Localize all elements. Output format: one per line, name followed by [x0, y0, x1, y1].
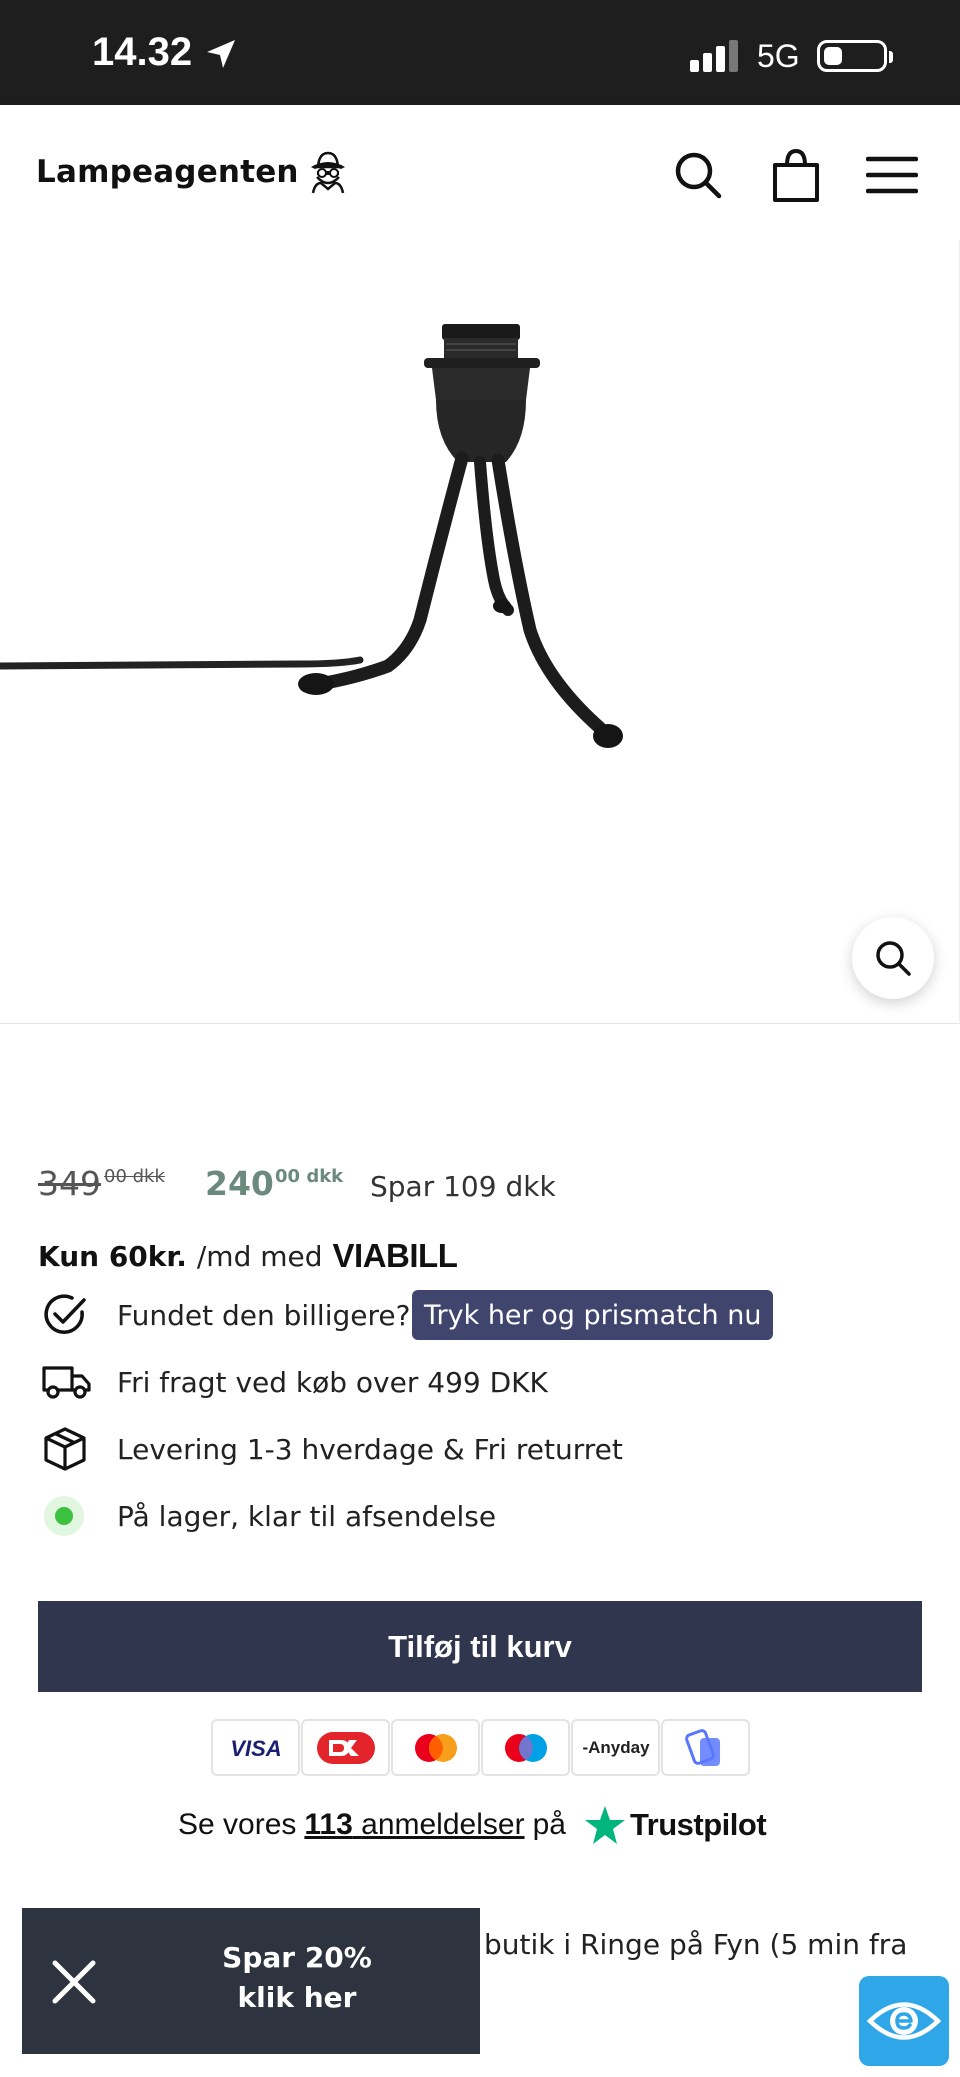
promo-line2: klik her	[237, 1981, 357, 2014]
e-mark-badge[interactable]	[859, 1976, 949, 2066]
trust-on: på	[532, 1808, 566, 1841]
e-mark-eye-icon	[866, 2002, 942, 2040]
detective-icon	[310, 151, 345, 194]
delivery-text: Levering 1-3 hverdage & Fri returret	[117, 1432, 623, 1466]
menu-icon	[866, 156, 918, 194]
visa-icon: VISA	[211, 1719, 300, 1776]
search-icon	[675, 152, 722, 199]
zoom-icon	[876, 941, 911, 976]
viabill-text: /md med	[196, 1239, 323, 1273]
trustpilot-logo[interactable]: Trustpilot	[584, 1805, 767, 1845]
truck-icon	[42, 1357, 100, 1407]
discount-popup[interactable]: Spar 20% klik her	[22, 1908, 480, 2054]
check-badge-icon	[42, 1290, 100, 1340]
logo-text: Lampeagenten	[36, 154, 299, 190]
stock-text: På lager, klar til afsendelse	[117, 1499, 497, 1533]
usp-price-match: Fundet den billigere?	[38, 1290, 410, 1340]
product-image	[0, 324, 623, 748]
trustpilot-brand: Trustpilot	[629, 1807, 767, 1842]
old-price: 349 00 dkk	[38, 1164, 165, 1203]
shipping-text: Fri fragt ved køb over 499 DKK	[117, 1365, 548, 1399]
usp-delivery: Levering 1-3 hverdage & Fri returret	[38, 1424, 623, 1474]
search-button[interactable]	[668, 145, 728, 205]
status-bar: 14.32 5G	[0, 0, 960, 105]
logo[interactable]: Lampeagenten	[36, 149, 353, 195]
reviews-link[interactable]: 113 anmeldelser	[304, 1808, 524, 1842]
status-time: 14.32	[92, 30, 193, 74]
promo-text[interactable]: Spar 20% klik her	[132, 1938, 462, 2018]
reviews-word: anmeldelser	[361, 1808, 525, 1841]
old-price-int: 349	[38, 1164, 101, 1203]
viabill-logo: VIABILL	[332, 1237, 458, 1274]
svg-text:-Anyday: -Anyday	[582, 1738, 650, 1757]
menu-button[interactable]	[862, 145, 922, 205]
payment-methods: VISA -Anyday	[211, 1719, 751, 1776]
battery-icon	[817, 40, 893, 72]
viabill-amount: Kun 60kr.	[38, 1239, 187, 1273]
box-icon	[42, 1424, 100, 1474]
sale-price: 240 00 dkk	[205, 1164, 343, 1203]
location-arrow-icon	[207, 40, 235, 68]
sale-price-dec: 00 dkk	[275, 1166, 344, 1187]
cart-icon	[773, 148, 819, 202]
promo-line1: Spar 20%	[222, 1941, 372, 1974]
close-icon	[52, 1960, 96, 2004]
description-snippet: butik i Ringe på Fyn (5 min fra	[484, 1928, 908, 1961]
price-row: 349 00 dkk 240 00 dkk Spar 109 dkk	[38, 1160, 918, 1220]
trustpilot-line: Se vores 113 anmeldelser på Trustpilot	[178, 1805, 767, 1845]
mobilepay-icon	[661, 1719, 750, 1776]
review-count: 113	[304, 1808, 353, 1841]
price-match-button[interactable]: Tryk her og prismatch nu	[412, 1290, 774, 1340]
cart-button[interactable]	[766, 145, 826, 205]
viabill-line[interactable]: Kun 60kr. /md med VIABILL	[38, 1236, 458, 1276]
maestro-icon	[481, 1719, 570, 1776]
trustpilot-star-icon	[584, 1806, 625, 1844]
product-gallery[interactable]	[0, 240, 960, 1024]
network-label: 5G	[757, 38, 800, 74]
mastercard-icon	[391, 1719, 480, 1776]
close-popup-button[interactable]	[44, 1952, 104, 2012]
dankort-icon	[301, 1719, 390, 1776]
site-header: Lampeagenten	[0, 105, 960, 240]
stock-indicator-icon	[44, 1491, 102, 1541]
svg-text:VISA: VISA	[230, 1736, 281, 1760]
zoom-button[interactable]	[852, 917, 934, 999]
trust-prefix: Se vores	[178, 1808, 297, 1841]
add-to-cart-button[interactable]: Tilføj til kurv	[38, 1601, 922, 1692]
usp-shipping: Fri fragt ved køb over 499 DKK	[38, 1357, 548, 1407]
savings-label: Spar 109 dkk	[370, 1170, 556, 1203]
usp-stock: På lager, klar til afsendelse	[38, 1491, 496, 1541]
sale-price-int: 240	[205, 1164, 274, 1203]
anyday-icon: -Anyday	[571, 1719, 660, 1776]
signal-icon	[690, 40, 738, 72]
old-price-dec: 00 dkk	[104, 1166, 165, 1187]
price-match-text: Fundet den billigere?	[117, 1298, 411, 1332]
